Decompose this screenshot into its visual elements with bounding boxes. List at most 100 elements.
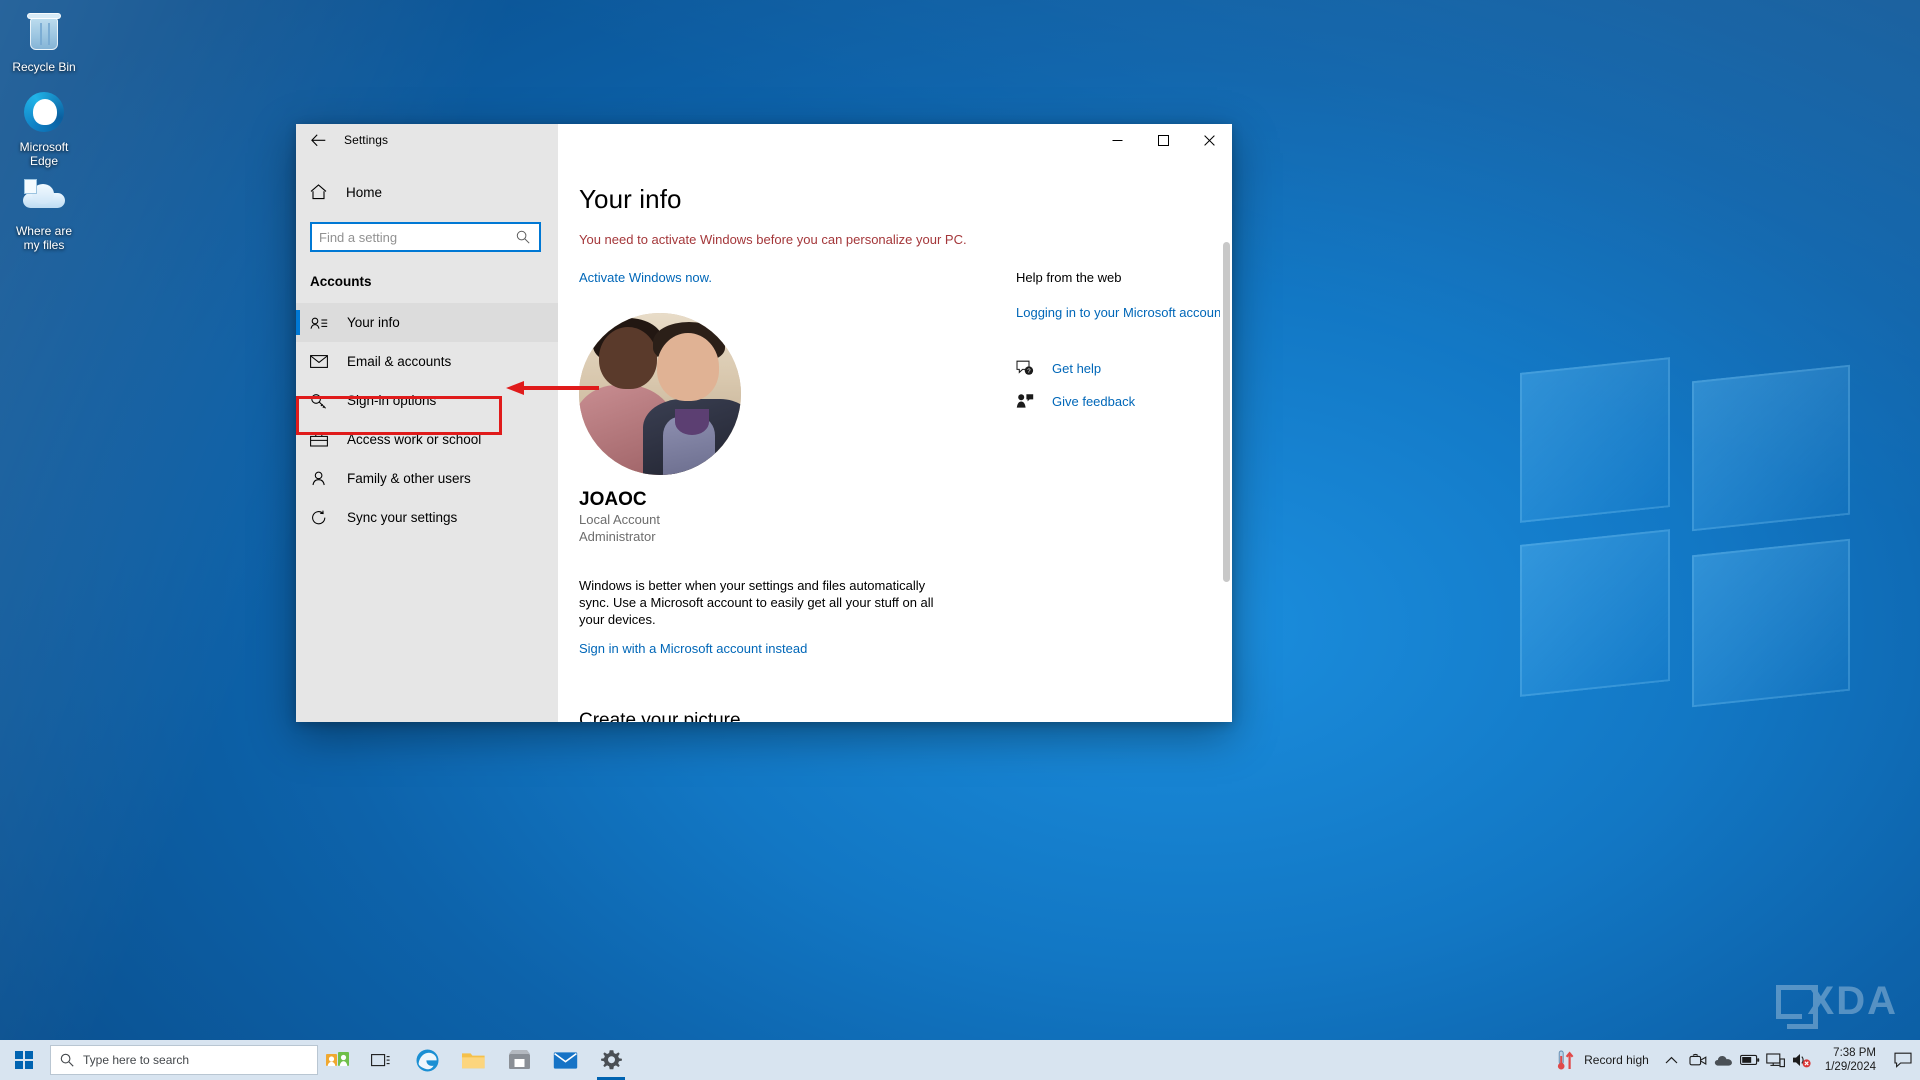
tray-time: 7:38 PM (1833, 1047, 1876, 1059)
search-icon[interactable] (516, 230, 539, 244)
your-info-column: Your info You need to activate Windows b… (558, 184, 998, 722)
close-icon (1203, 134, 1215, 146)
search-input[interactable] (312, 224, 516, 250)
magnifier-icon (516, 230, 530, 244)
settings-sidebar: Home Accounts (296, 156, 558, 722)
taskbar-search[interactable]: Type here to search (50, 1045, 318, 1075)
mail-icon (553, 1051, 577, 1069)
maximize-button[interactable] (1140, 124, 1186, 156)
microsoft-edge-icon (416, 1049, 438, 1071)
tray-volume-muted[interactable] (1789, 1040, 1815, 1080)
taskbar-app-cortana[interactable] (318, 1040, 358, 1080)
sync-description: Windows is better when your settings and… (579, 578, 934, 627)
battery-icon (1739, 1054, 1760, 1065)
create-picture-heading: Create your picture (579, 710, 741, 722)
tray-battery[interactable] (1737, 1040, 1763, 1080)
sidebar-item-label: Access work or school (347, 432, 482, 447)
minimize-button[interactable] (1094, 124, 1140, 156)
page-title: Your info (579, 184, 682, 214)
watermark-text: XDA (1807, 979, 1898, 1023)
sidebar-item-sync-your-settings[interactable]: Sync your settings (296, 498, 558, 537)
taskbar: Type here to search Record high 7:38 PM … (0, 1040, 1920, 1080)
file-explorer-icon (461, 1052, 485, 1068)
sidebar-item-family-other-users[interactable]: Family & other users (296, 459, 558, 498)
tray-meet-now[interactable] (1685, 1040, 1711, 1080)
get-help-action[interactable]: ? Get help (1016, 360, 1232, 376)
sign-in-microsoft-account-link[interactable]: Sign in with a Microsoft account instead (579, 641, 807, 656)
system-tray: Record high 7:38 PM 1/29/2024 (1550, 1040, 1920, 1080)
person-icon (310, 471, 328, 486)
sidebar-item-email-accounts[interactable]: Email & accounts (296, 342, 558, 381)
tray-clock[interactable]: 7:38 PM 1/29/2024 (1815, 1040, 1886, 1080)
xda-watermark: XDA (1775, 979, 1898, 1029)
help-heading: Help from the web (1016, 270, 1122, 285)
tray-onedrive[interactable] (1711, 1040, 1737, 1080)
activation-warning: You need to activate Windows before you … (579, 232, 967, 247)
feedback-person-icon (1016, 394, 1034, 408)
network-monitor-icon (1766, 1052, 1786, 1067)
tray-date: 1/29/2024 (1824, 1061, 1876, 1073)
search-icon (60, 1053, 74, 1067)
settings-window: Settings Home Find a setting Accounts Yo… (296, 124, 1232, 722)
people-icon (326, 1052, 349, 1066)
help-topic-link[interactable]: Logging in to your Microsoft account (1016, 305, 1232, 320)
thermometer-icon (1558, 1050, 1574, 1070)
task-view-icon (370, 1053, 390, 1066)
taskbar-app-settings[interactable] (588, 1040, 634, 1080)
recycle-bin-icon (20, 8, 68, 56)
account-name: JOAOC (579, 489, 647, 510)
bracket-icon (1775, 984, 1818, 1029)
sync-icon (310, 510, 328, 526)
sidebar-item-home[interactable]: Home (296, 173, 558, 211)
notification-bubble-icon (1894, 1052, 1912, 1068)
back-button[interactable] (296, 124, 340, 156)
settings-content: Your info You need to activate Windows b… (558, 156, 1232, 722)
action-center-button[interactable] (1886, 1040, 1920, 1080)
taskbar-app-microsoft-edge[interactable] (404, 1040, 450, 1080)
help-panel: Help from the web Logging in to your Mic… (998, 184, 1232, 722)
wallpaper-windows-logo (1520, 357, 1850, 708)
maximize-icon (1157, 134, 1169, 146)
tray-show-hidden-icons[interactable] (1659, 1040, 1685, 1080)
key-icon (310, 393, 328, 409)
desktop-icon-label: Recycle Bin (12, 60, 76, 74)
speaker-muted-icon (1792, 1054, 1811, 1068)
desktop-icon-label: Microsoft Edge (19, 140, 69, 168)
desktop-icon-label: Where are my files (15, 224, 73, 252)
get-help-label: Get help (1052, 360, 1102, 376)
taskbar-app-microsoft-store[interactable] (496, 1040, 542, 1080)
question-bubble-icon: ? (1016, 360, 1034, 375)
activate-windows-link[interactable]: Activate Windows now. (579, 270, 712, 285)
taskbar-app-file-explorer[interactable] (450, 1040, 496, 1080)
desktop-icon-where-are-my-files[interactable]: Where are my files (0, 172, 88, 252)
account-avatar[interactable] (579, 313, 741, 475)
tray-network[interactable] (1763, 1040, 1789, 1080)
settings-search[interactable] (310, 222, 541, 252)
gear-icon (600, 1049, 622, 1069)
scrollbar-thumb[interactable] (1223, 242, 1230, 582)
sidebar-item-label: Family & other users (347, 471, 471, 486)
account-role: Administrator (579, 529, 656, 544)
tray-weather-widget[interactable]: Record high (1550, 1040, 1659, 1080)
desktop-icon-recycle-bin[interactable]: Recycle Bin (0, 8, 88, 74)
minimize-icon (1112, 139, 1122, 141)
sidebar-item-label: Sync your settings (347, 510, 458, 525)
desktop-icon-microsoft-edge[interactable]: Microsoft Edge (0, 88, 88, 168)
close-button[interactable] (1186, 124, 1232, 156)
meet-now-camera-icon (1689, 1053, 1707, 1066)
home-icon (310, 184, 327, 200)
start-button[interactable] (0, 1040, 48, 1080)
give-feedback-action[interactable]: Give feedback (1016, 393, 1232, 409)
chevron-up-icon (1665, 1056, 1678, 1063)
taskbar-task-view[interactable] (358, 1040, 404, 1080)
sidebar-home-label: Home (346, 184, 383, 200)
sidebar-item-access-work-or-school[interactable]: Access work or school (296, 420, 558, 459)
sidebar-item-your-info[interactable]: Your info (296, 303, 558, 342)
cloud-folder-icon (20, 172, 68, 220)
briefcase-icon (310, 433, 328, 447)
sidebar-item-sign-in-options[interactable]: Sign-in options (296, 381, 558, 420)
sidebar-item-label: Email & accounts (347, 354, 452, 369)
content-scrollbar[interactable] (1220, 156, 1232, 722)
tray-weather-label: Record high (1584, 1053, 1649, 1067)
taskbar-app-mail[interactable] (542, 1040, 588, 1080)
